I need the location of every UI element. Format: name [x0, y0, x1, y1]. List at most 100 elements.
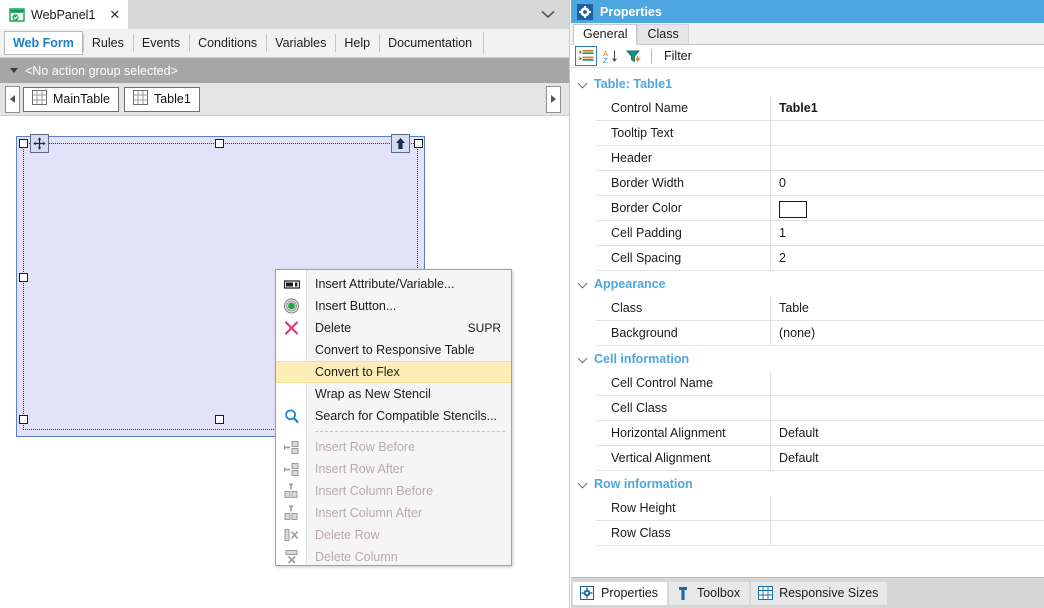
chevron-down-icon[interactable] — [579, 354, 588, 363]
property-value[interactable]: Default — [771, 446, 1044, 471]
menu-item-wrap-as-new-stencil[interactable]: Wrap as New Stencil — [276, 383, 511, 405]
scroll-right-arrow[interactable] — [546, 85, 561, 113]
menu-item-insert-column-before: Insert Column Before — [276, 480, 511, 502]
menu-item-insert-row-after: Insert Row After — [276, 458, 511, 480]
sort-az-icon[interactable]: A Z — [599, 46, 621, 66]
menu-item-search-compatible-stencils[interactable]: Search for Compatible Stencils... — [276, 405, 511, 427]
menu-item-convert-to-flex[interactable]: Convert to Flex — [276, 361, 511, 383]
tab-variables-label: Variables — [275, 36, 327, 50]
select-parent-arrow-icon[interactable] — [391, 134, 410, 153]
property-value[interactable]: 0 — [771, 171, 1044, 196]
property-value[interactable]: (none) — [771, 321, 1044, 346]
delete-x-icon — [283, 320, 300, 337]
property-group-cell-information[interactable]: Cell information — [571, 346, 1044, 371]
property-row-row-class[interactable]: Row Class — [596, 520, 1044, 546]
property-row-horizontal-alignment[interactable]: Horizontal Alignment Default — [596, 420, 1044, 446]
property-value[interactable]: 2 — [771, 246, 1044, 271]
dock-tab-label: Responsive Sizes — [779, 586, 879, 600]
menu-item-insert-button[interactable]: Insert Button... — [276, 295, 511, 317]
dock-tab-label: Properties — [601, 586, 658, 600]
property-value[interactable]: Table — [771, 296, 1044, 321]
resize-handle-bottom-left[interactable] — [19, 415, 28, 424]
design-canvas[interactable]: Insert Attribute/Variable... Insert Butt… — [0, 117, 569, 608]
document-tabstrip: WebPanel1 ✕ — [0, 0, 569, 29]
property-row-cell-padding[interactable]: Cell Padding 1 — [596, 220, 1044, 246]
tab-help[interactable]: Help — [335, 31, 379, 55]
document-tab-webpanel1[interactable]: WebPanel1 ✕ — [0, 0, 129, 29]
property-row-background[interactable]: Background (none) — [596, 320, 1044, 346]
dock-tab-toolbox[interactable]: Toolbox — [668, 581, 750, 605]
property-value[interactable]: Table1 — [771, 96, 1044, 121]
resize-handle-top-right[interactable] — [414, 139, 423, 148]
filter-input[interactable] — [699, 45, 1044, 67]
chevron-down-icon[interactable] — [579, 479, 588, 488]
property-value[interactable] — [771, 396, 1044, 421]
property-row-cell-control-name[interactable]: Cell Control Name — [596, 370, 1044, 396]
triangle-left-icon — [10, 95, 15, 103]
resize-handle-bottom-center[interactable] — [215, 415, 224, 424]
property-value[interactable] — [771, 521, 1044, 546]
menu-item-convert-to-responsive-table[interactable]: Convert to Responsive Table — [276, 339, 511, 361]
property-row-border-color[interactable]: Border Color — [596, 195, 1044, 221]
wrench-icon — [675, 585, 691, 601]
resize-handle-top-left[interactable] — [19, 139, 28, 148]
color-swatch[interactable] — [779, 201, 807, 219]
menu-item-insert-attribute-variable[interactable]: Insert Attribute/Variable... — [276, 273, 511, 295]
scroll-left-arrow[interactable] — [5, 85, 20, 113]
resize-handle-top-center[interactable] — [215, 139, 224, 148]
tab-web-form[interactable]: Web Form — [4, 31, 83, 55]
table-context-menu: Insert Attribute/Variable... Insert Butt… — [275, 269, 512, 566]
property-group-table[interactable]: Table: Table1 — [571, 71, 1044, 96]
property-value[interactable] — [771, 371, 1044, 396]
menu-item-delete[interactable]: Delete SUPR — [276, 317, 511, 339]
chevron-down-icon[interactable] — [579, 79, 588, 88]
tab-rules[interactable]: Rules — [82, 31, 133, 55]
property-row-cell-class[interactable]: Cell Class — [596, 395, 1044, 421]
property-row-vertical-alignment[interactable]: Vertical Alignment Default — [596, 445, 1044, 471]
tab-events[interactable]: Events — [132, 31, 189, 55]
property-row-row-height[interactable]: Row Height — [596, 495, 1044, 521]
property-row-header[interactable]: Header — [596, 145, 1044, 171]
document-tab-label: WebPanel1 — [31, 7, 96, 22]
tab-variables[interactable]: Variables — [266, 31, 335, 55]
property-group-appearance[interactable]: Appearance — [571, 271, 1044, 296]
categorized-view-icon[interactable] — [575, 46, 597, 66]
property-group-title: Appearance — [594, 276, 666, 291]
property-value[interactable] — [771, 496, 1044, 521]
tab-class[interactable]: Class — [637, 24, 689, 44]
breadcrumb-item-table1[interactable]: Table1 — [123, 86, 200, 112]
tab-documentation[interactable]: Documentation — [379, 31, 481, 55]
property-row-cell-spacing[interactable]: Cell Spacing 2 — [596, 245, 1044, 271]
property-value-color[interactable] — [771, 196, 1044, 221]
property-value[interactable]: Default — [771, 421, 1044, 446]
close-icon[interactable]: ✕ — [109, 8, 120, 21]
move-cross-icon[interactable] — [30, 134, 49, 153]
chevron-down-icon[interactable] — [533, 0, 563, 29]
resize-handle-middle-left[interactable] — [19, 273, 28, 282]
insert-row-before-icon — [283, 439, 300, 456]
property-value[interactable] — [771, 146, 1044, 171]
property-row-tooltip-text[interactable]: Tooltip Text — [596, 120, 1044, 146]
menu-item-label: Delete Column — [315, 550, 398, 564]
menu-item-label: Convert to Flex — [315, 365, 400, 379]
property-row-control-name[interactable]: Control Name Table1 — [596, 95, 1044, 121]
tab-conditions[interactable]: Conditions — [189, 31, 266, 55]
chevron-down-icon[interactable] — [579, 279, 588, 288]
attribute-variable-icon — [283, 276, 300, 293]
filter-funnel-icon[interactable] — [623, 46, 645, 66]
dock-tab-responsive-sizes[interactable]: Responsive Sizes — [751, 581, 888, 605]
property-name: Control Name — [596, 95, 771, 121]
property-row-border-width[interactable]: Border Width 0 — [596, 170, 1044, 196]
property-group-row-information[interactable]: Row information — [571, 471, 1044, 496]
property-row-class[interactable]: Class Table — [596, 295, 1044, 321]
gear-icon — [579, 585, 595, 601]
web-form-editor-pane: WebPanel1 ✕ Web Form Rules Events Condit… — [0, 0, 570, 608]
dock-tab-properties[interactable]: Properties — [573, 581, 667, 605]
property-value[interactable]: 1 — [771, 221, 1044, 246]
tab-general[interactable]: General — [573, 24, 638, 45]
property-value[interactable] — [771, 121, 1044, 146]
action-group-bar[interactable]: <No action group selected> — [0, 58, 569, 83]
caret-down-icon[interactable] — [10, 68, 18, 73]
breadcrumb-item-maintable[interactable]: MainTable — [23, 86, 119, 112]
bottom-dock-tabs: Properties Toolbox Responsive Sizes — [571, 577, 1044, 608]
